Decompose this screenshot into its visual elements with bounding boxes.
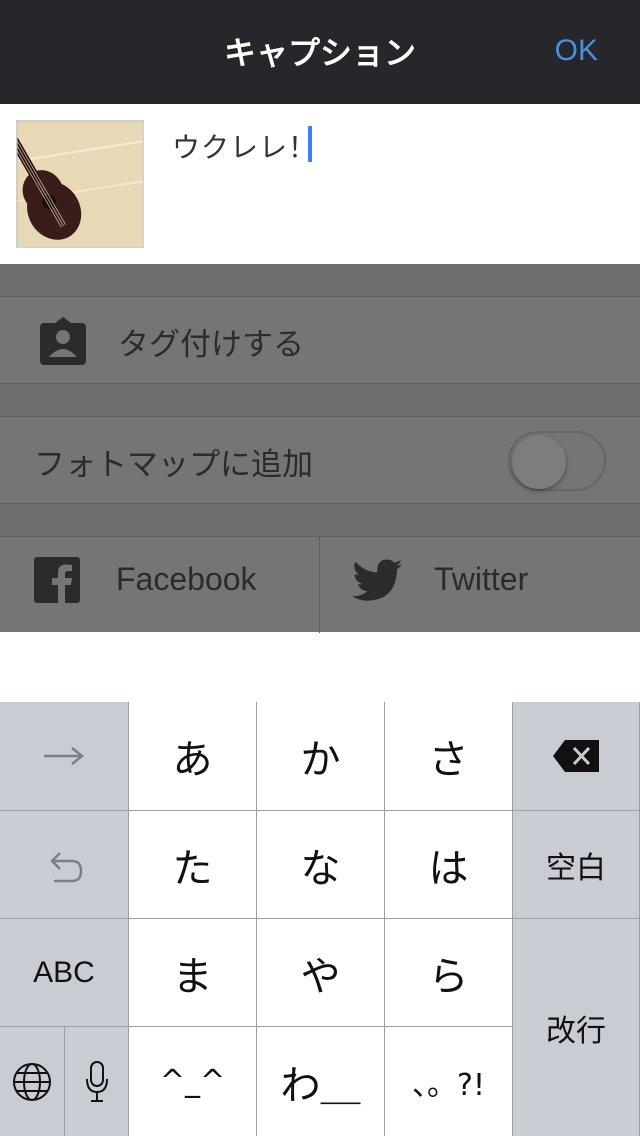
nav-bar: キャプション OK [0, 0, 640, 104]
divider [319, 537, 320, 633]
backspace-icon [553, 740, 599, 772]
tag-label: タグ付けする [118, 327, 304, 363]
page-title: キャプション [223, 34, 416, 72]
photomap-label: フォトマップに追加 [34, 447, 313, 483]
share-row: Facebook Twitter [0, 536, 640, 633]
twitter-bird-icon [352, 559, 402, 601]
text-cursor [308, 126, 312, 162]
key-ya[interactable]: や [257, 919, 385, 1027]
arrow-right-icon [44, 747, 85, 765]
space-key[interactable]: 空白 [513, 811, 640, 919]
tag-people-row[interactable]: タグ付けする [0, 296, 640, 384]
globe-icon [13, 1062, 51, 1101]
photomap-toggle[interactable] [508, 431, 606, 491]
twitter-share-button[interactable]: Twitter [434, 561, 528, 598]
person-tag-icon [40, 317, 86, 365]
globe-key[interactable] [0, 1027, 65, 1136]
abc-key[interactable]: ABC [0, 919, 129, 1027]
key-a[interactable]: あ [129, 702, 257, 811]
caption-area: ウクレレ！ [0, 104, 640, 264]
emoticon-key[interactable]: ^_^ [129, 1027, 257, 1136]
key-ma[interactable]: ま [129, 919, 257, 1027]
backspace-key[interactable] [513, 702, 640, 811]
key-na[interactable]: な [257, 811, 385, 919]
key-ta[interactable]: た [129, 811, 257, 919]
dictation-key[interactable] [65, 1027, 129, 1136]
photomap-row: フォトマップに追加 [0, 416, 640, 504]
facebook-icon [34, 557, 80, 603]
next-candidate-key[interactable] [0, 702, 129, 811]
key-ra[interactable]: ら [385, 919, 513, 1027]
key-ka[interactable]: か [257, 702, 385, 811]
return-key[interactable]: 改行 [513, 919, 640, 1136]
punctuation-key[interactable]: 、。?! [385, 1027, 513, 1136]
facebook-share-button[interactable]: Facebook [116, 561, 257, 598]
options-panel: タグ付けする フォトマップに追加 Facebook Twitter [0, 264, 640, 633]
caption-input[interactable]: ウクレレ！ [172, 126, 317, 166]
microphone-icon [85, 1060, 108, 1102]
japanese-keyboard: あ か さ た な は 空白 ABC ま や ら 改行 ^_^ わ＿ 、。?! [0, 702, 640, 1136]
undo-key[interactable] [0, 811, 129, 919]
key-ha[interactable]: は [385, 811, 513, 919]
key-wa[interactable]: わ＿ [257, 1027, 385, 1136]
toggle-knob [512, 435, 566, 489]
undo-icon [50, 851, 83, 882]
key-sa[interactable]: さ [385, 702, 513, 811]
photo-thumbnail [16, 120, 144, 248]
ok-button[interactable]: OK [555, 34, 598, 68]
